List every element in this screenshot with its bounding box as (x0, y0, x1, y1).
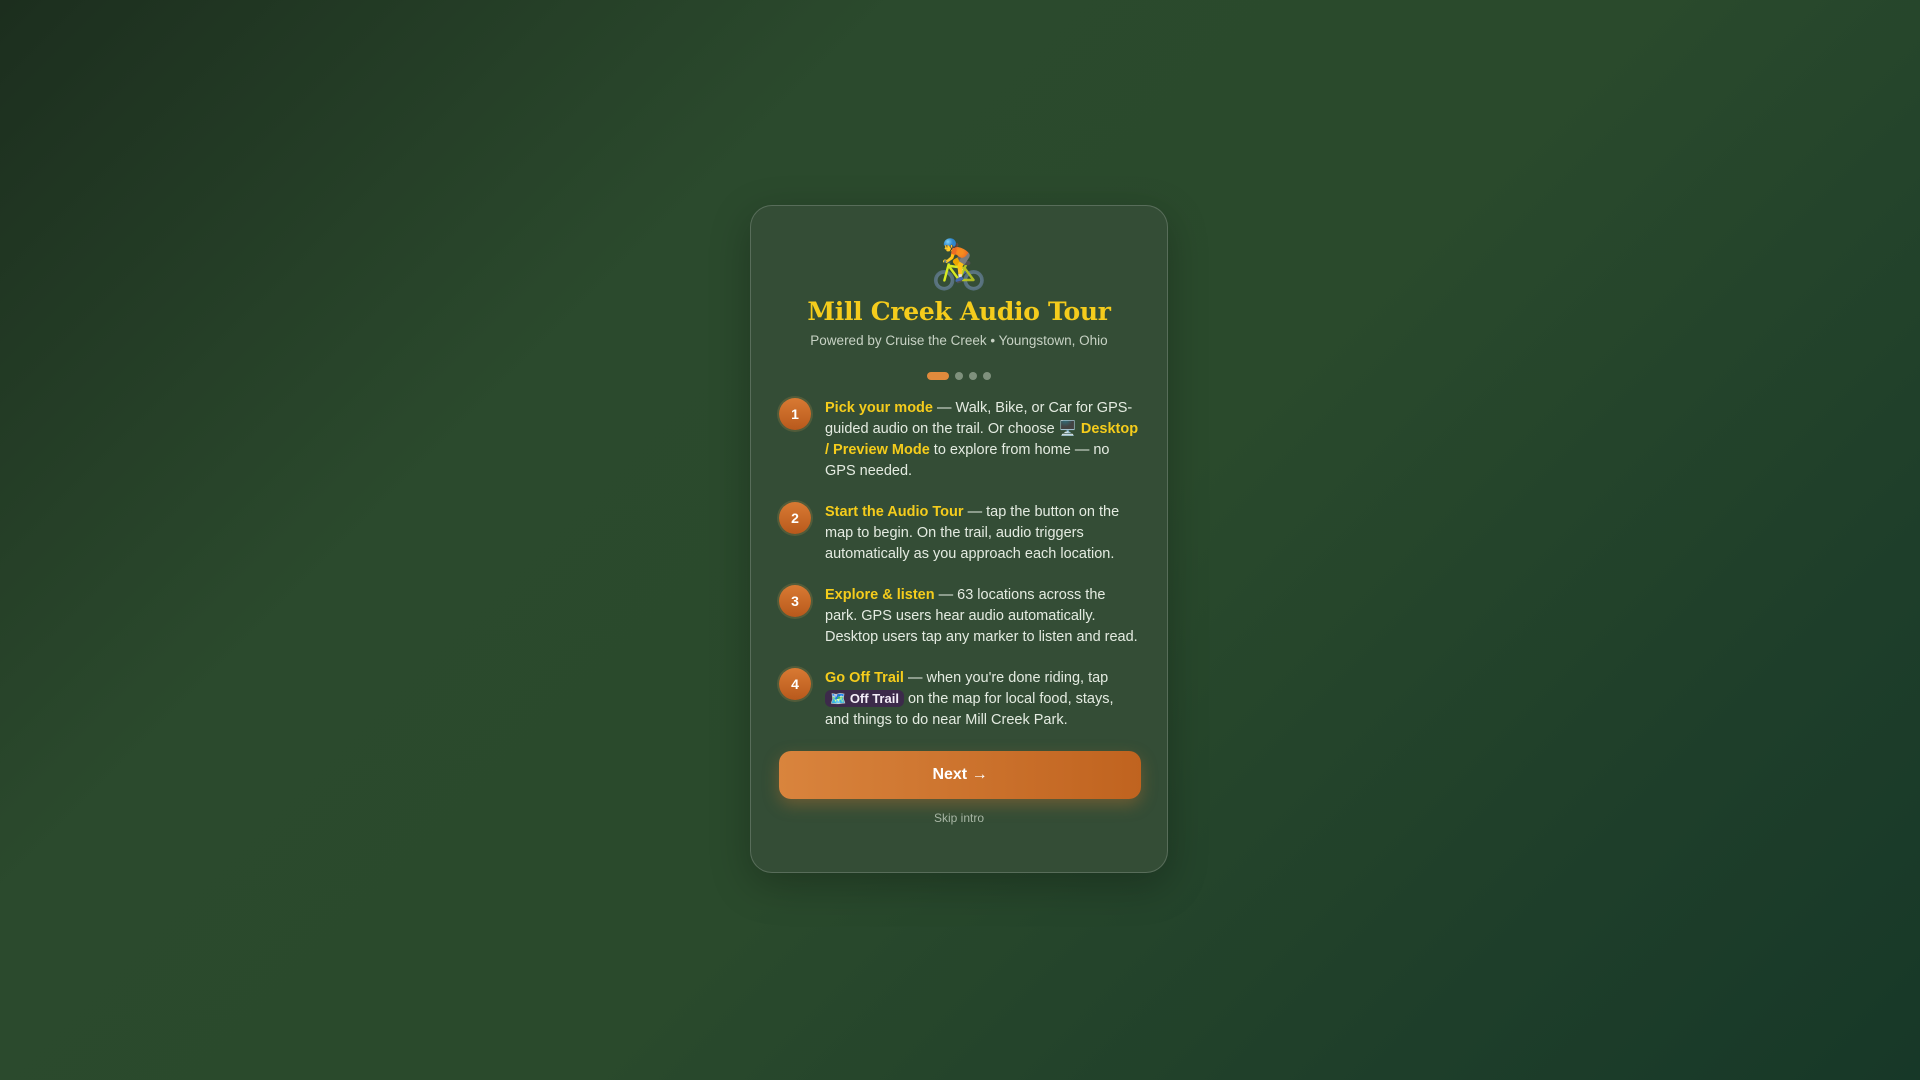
step-heading: Start the Audio Tour (825, 504, 964, 520)
dialog-subtitle: Powered by Cruise the Creek • Youngstown… (810, 333, 1108, 348)
skip-intro-link[interactable]: Skip intro (779, 811, 1139, 825)
desktop-icon: 🖥️ (1058, 421, 1077, 437)
step-number-badge: 3 (779, 585, 811, 617)
off-trail-pill: 🗺️ Off Trail (825, 690, 904, 707)
cyclist-icon: 🚴 (929, 239, 989, 292)
steps-list: 1 Pick your mode — Walk, Bike, or Car fo… (779, 398, 1139, 731)
step-heading: Pick your mode (825, 400, 933, 416)
step-number-badge: 4 (779, 668, 811, 700)
next-button[interactable]: Next → (779, 751, 1141, 799)
step-number-badge: 2 (779, 502, 811, 534)
map-icon: 🗺️ (830, 691, 847, 706)
step-heading: Go Off Trail (825, 670, 904, 686)
step-text: Start the Audio Tour — tap the button on… (825, 502, 1139, 565)
step-text: Pick your mode — Walk, Bike, or Car for … (825, 398, 1139, 482)
intro-dialog: 🚴 Mill Creek Audio Tour Powered by Cruis… (750, 205, 1168, 873)
step-text: Go Off Trail — when you're done riding, … (825, 668, 1139, 731)
step-number-badge: 1 (779, 398, 811, 430)
step-item-4: 4 Go Off Trail — when you're done riding… (779, 668, 1139, 731)
off-trail-pill-label: Off Trail (849, 691, 899, 706)
step-heading: Explore & listen (825, 587, 935, 603)
step-progress-dots (779, 372, 1139, 380)
progress-dot-1 (927, 372, 949, 380)
progress-dot-2 (955, 372, 963, 380)
progress-dot-3 (969, 372, 977, 380)
step-item-2: 2 Start the Audio Tour — tap the button … (779, 502, 1139, 565)
step-text: Explore & listen — 63 locations across t… (825, 585, 1139, 648)
step-item-3: 3 Explore & listen — 63 locations across… (779, 585, 1139, 648)
dialog-title: Mill Creek Audio Tour (807, 297, 1111, 326)
step-body: — when you're done riding, tap (903, 670, 1109, 686)
progress-dot-4 (983, 372, 991, 380)
step-item-1: 1 Pick your mode — Walk, Bike, or Car fo… (779, 398, 1139, 482)
